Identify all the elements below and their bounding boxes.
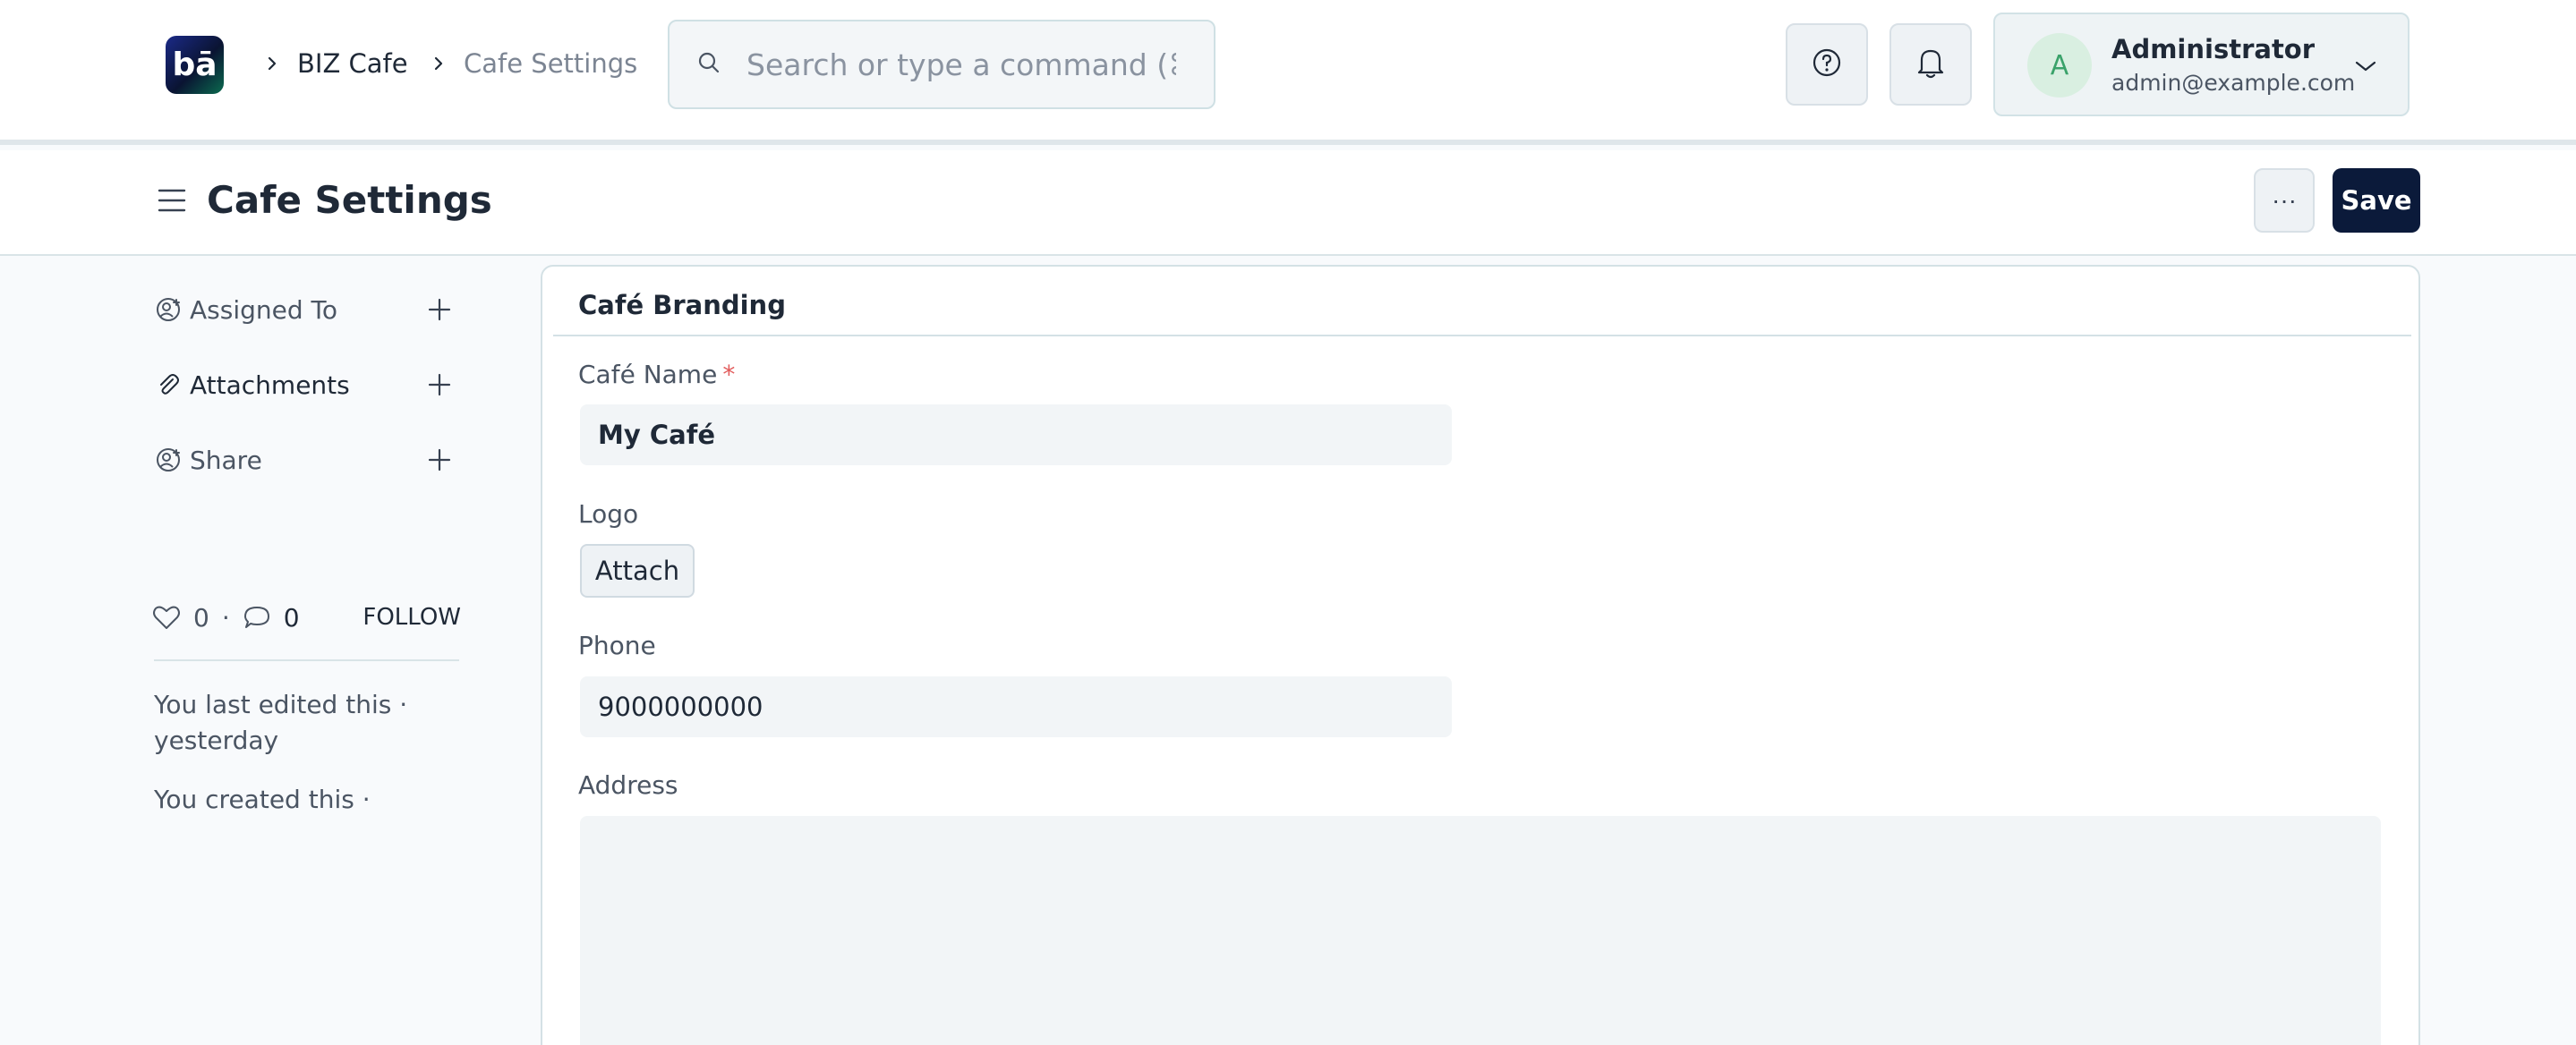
phone-input[interactable] bbox=[580, 676, 1452, 737]
cafe-name-label: Café Name * bbox=[578, 360, 735, 389]
page-header: Cafe Settings ··· Save bbox=[0, 150, 2576, 256]
logo-label: Logo bbox=[578, 499, 639, 529]
page-title: Cafe Settings bbox=[207, 178, 492, 222]
paperclip-icon bbox=[154, 370, 183, 399]
heart-icon[interactable] bbox=[152, 604, 183, 631]
avatar: A bbox=[2027, 33, 2092, 98]
sidebar-item-label: Assigned To bbox=[190, 294, 338, 325]
section-divider bbox=[553, 335, 2411, 336]
required-mark: * bbox=[722, 360, 736, 389]
add-share-icon[interactable] bbox=[422, 443, 456, 477]
more-actions-button[interactable]: ··· bbox=[2254, 168, 2315, 233]
notifications-button[interactable] bbox=[1889, 23, 1972, 106]
section-title: Café Branding bbox=[578, 290, 786, 320]
chevron-right-icon bbox=[431, 46, 464, 81]
search-input[interactable] bbox=[746, 47, 1176, 82]
save-button[interactable]: Save bbox=[2333, 168, 2420, 233]
help-icon bbox=[1812, 47, 1842, 81]
created-text: You created this · bbox=[154, 785, 371, 814]
top-navbar: bā BIZ Cafe Cafe Settings A Administrato… bbox=[0, 0, 2576, 145]
help-button[interactable] bbox=[1786, 23, 1868, 106]
user-add-icon bbox=[154, 295, 183, 324]
sidebar-item-label: Share bbox=[190, 445, 262, 475]
user-menu[interactable]: A Administrator admin@example.com bbox=[1993, 13, 2410, 116]
search-bar[interactable] bbox=[668, 20, 1215, 109]
sidebar-item-assigned-to[interactable]: Assigned To bbox=[154, 289, 458, 330]
cafe-name-input[interactable] bbox=[580, 404, 1452, 465]
cafe-name-label-text: Café Name bbox=[578, 360, 718, 389]
separator-dot: · bbox=[221, 602, 230, 633]
breadcrumb-biz-cafe[interactable]: BIZ Cafe bbox=[265, 46, 408, 81]
sidebar-item-label: Attachments bbox=[190, 370, 350, 400]
last-edited-text: You last edited this · yesterday bbox=[154, 690, 408, 755]
comments-count: 0 bbox=[283, 602, 300, 633]
app-logo[interactable]: bā bbox=[166, 36, 224, 94]
attach-button[interactable]: Attach bbox=[580, 544, 695, 598]
share-user-icon bbox=[154, 446, 183, 474]
breadcrumb-label[interactable]: BIZ Cafe bbox=[297, 46, 408, 81]
address-textarea[interactable] bbox=[580, 816, 2381, 1045]
sidebar-item-attachments[interactable]: Attachments bbox=[154, 364, 458, 405]
user-name: Administrator bbox=[2111, 34, 2316, 64]
likes-comments-row: 0 · 0 FOLLOW bbox=[152, 597, 461, 638]
chevron-down-icon bbox=[2350, 50, 2382, 82]
sidebar-item-share[interactable]: Share bbox=[154, 439, 458, 480]
bell-icon bbox=[1914, 45, 1948, 84]
user-email: admin@example.com bbox=[2111, 70, 2356, 96]
phone-label: Phone bbox=[578, 631, 656, 660]
search-icon bbox=[696, 50, 721, 79]
sidebar-divider bbox=[154, 659, 459, 661]
add-attachment-icon[interactable] bbox=[422, 368, 456, 402]
add-assignee-icon[interactable] bbox=[422, 293, 456, 327]
likes-count: 0 bbox=[193, 602, 209, 633]
form-card: Café Branding Café Name* Logo Attach Pho… bbox=[541, 265, 2420, 1045]
sidebar-toggle-icon[interactable] bbox=[156, 183, 188, 218]
breadcrumb-cafe-settings[interactable]: Cafe Settings bbox=[431, 46, 637, 81]
follow-button[interactable]: FOLLOW bbox=[363, 604, 461, 631]
chevron-right-icon bbox=[265, 46, 297, 81]
address-label: Address bbox=[578, 770, 678, 800]
breadcrumb-label[interactable]: Cafe Settings bbox=[464, 46, 637, 81]
comment-icon[interactable] bbox=[243, 604, 273, 631]
